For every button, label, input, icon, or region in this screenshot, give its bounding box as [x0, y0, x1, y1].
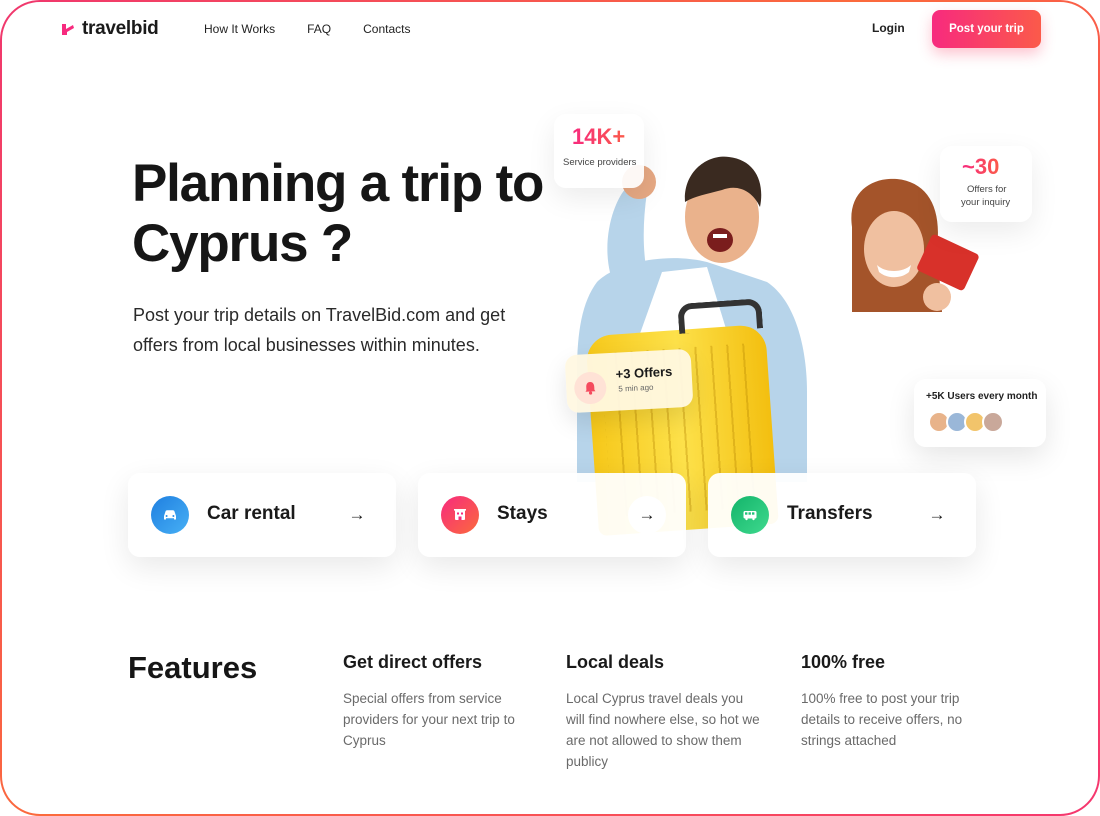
feature-text: 100% free to post your trip details to r…: [801, 691, 963, 748]
feature-text: Special offers from service providers fo…: [343, 691, 515, 748]
monthly-users-chip: +5K Users every month: [914, 379, 1046, 447]
logo[interactable]: travelbid: [60, 18, 159, 40]
offers-stat-label-1: Offers for: [967, 184, 1007, 195]
bell-icon: [573, 371, 608, 405]
logo-icon: [62, 24, 74, 35]
service-card-stays[interactable]: Stays →: [418, 473, 686, 557]
bus-icon: [731, 496, 769, 534]
feature-title: 100% free: [801, 652, 886, 672]
service-label: Stays: [497, 503, 548, 524]
bell-glyph: [585, 382, 596, 395]
hotel-glyph: [454, 509, 466, 520]
providers-stat-card: 14K+ Service providers: [554, 114, 644, 188]
offers-stat-value: ~30: [962, 154, 1000, 179]
arrow-right-icon[interactable]: →: [628, 496, 666, 534]
feature-title: Local deals: [566, 652, 665, 672]
feature-text: Local Cyprus travel deals you will find …: [566, 691, 760, 769]
car-glyph: [164, 510, 176, 520]
car-icon: [151, 496, 189, 534]
post-your-trip-button[interactable]: Post your trip: [932, 10, 1041, 48]
service-card-car-rental[interactable]: Car rental →: [128, 473, 396, 557]
features-title: Features: [128, 650, 258, 685]
bus-glyph: [743, 511, 757, 521]
feature-title: Get direct offers: [343, 652, 483, 672]
nav-link-how-it-works[interactable]: How It Works: [204, 22, 275, 36]
providers-stat-value: 14K+: [572, 124, 626, 149]
avatar-group: [928, 411, 1004, 433]
monthly-users-title: +5K Users every month: [926, 391, 1038, 402]
feature-free: 100% free 100% free to post your trip de…: [801, 652, 1001, 751]
suitcase-handle: [677, 298, 764, 334]
service-card-transfers[interactable]: Transfers →: [708, 473, 976, 557]
page: travelbid How It Works FAQ Contacts Logi…: [2, 2, 1098, 814]
hotel-icon: [441, 496, 479, 534]
providers-stat-label: Service providers: [563, 157, 637, 168]
login-link[interactable]: Login: [872, 21, 905, 35]
hero-subtitle: Post your trip details on TravelBid.com …: [133, 305, 506, 355]
arrow-right-icon[interactable]: →: [918, 496, 956, 534]
service-label: Car rental: [207, 503, 296, 524]
logo-text: travelbid: [82, 18, 159, 39]
feature-local-deals: Local deals Local Cyprus travel deals yo…: [566, 652, 766, 772]
top-nav: travelbid How It Works FAQ Contacts Logi…: [2, 2, 1098, 56]
service-label: Transfers: [787, 503, 873, 524]
nav-link-faq[interactable]: FAQ: [307, 22, 331, 36]
nav-link-contacts[interactable]: Contacts: [363, 22, 410, 36]
avatar: [982, 411, 1004, 433]
page-frame: travelbid How It Works FAQ Contacts Logi…: [0, 0, 1100, 816]
arrow-right-icon[interactable]: →: [338, 496, 376, 534]
new-offers-title: +3 Offers: [615, 363, 673, 382]
offers-stat-card: ~30 Offers for your inquiry: [940, 146, 1032, 222]
offers-stat-label-2: your inquiry: [961, 197, 1011, 208]
feature-direct-offers: Get direct offers Special offers from se…: [343, 652, 543, 751]
new-offers-time: 5 min ago: [618, 382, 654, 394]
new-offers-chip: +3 Offers 5 min ago: [564, 348, 694, 414]
hero-title: Planning a trip to Cyprus ?: [132, 154, 544, 273]
service-cards: Car rental → Stays → Transfers →: [128, 473, 976, 557]
nav-links: How It Works FAQ Contacts: [204, 22, 411, 36]
